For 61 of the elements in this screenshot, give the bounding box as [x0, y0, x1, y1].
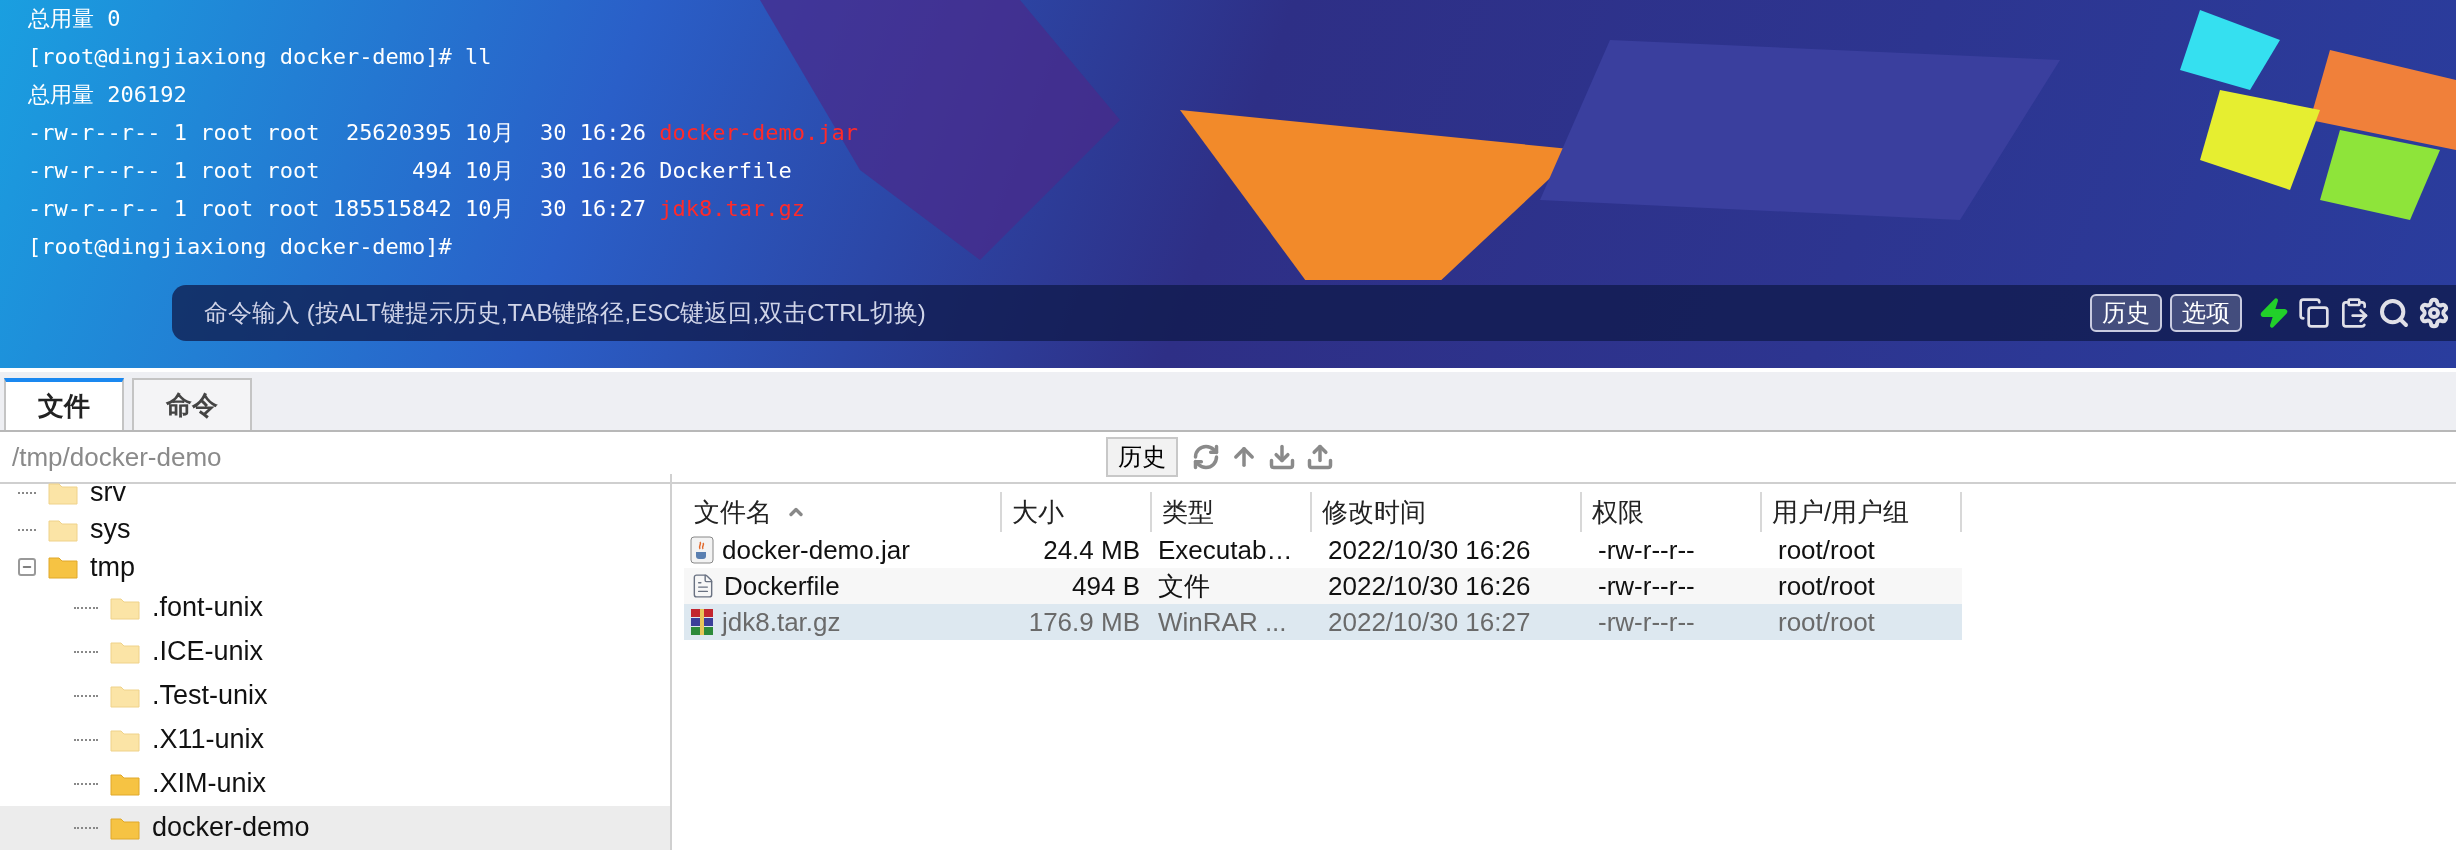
table-cell-text: -rw-r--r--	[1598, 569, 1695, 603]
tree-item[interactable]: .Test-unix	[152, 682, 268, 710]
tree-item[interactable]: srv	[90, 479, 126, 507]
tree-item[interactable]: docker-demo	[152, 814, 310, 842]
table-cell-text: -rw-r--r--	[1598, 605, 1695, 639]
table-cell-text: WinRAR ...	[1158, 605, 1287, 639]
tree-item[interactable]: .ICE-unix	[152, 638, 264, 666]
table-cell-text: root/root	[1778, 533, 1875, 567]
refresh-icon[interactable]	[1192, 443, 1220, 471]
command-input-placeholder[interactable]: 命令输入 (按ALT键提示历史,TAB键路径,ESC键返回,双击CTRL切换)	[204, 295, 926, 331]
search-icon[interactable]	[2378, 297, 2410, 329]
terminal-line: [root@dingjiaxiong docker-demo]#	[28, 233, 452, 261]
copy-icon[interactable]	[2298, 297, 2330, 329]
tree-item[interactable]: .XIM-unix	[152, 770, 267, 798]
terminal-line: -rw-r--r-- 1 root root 25620395 10月 30 16:26	[28, 119, 648, 147]
download-icon[interactable]	[1268, 443, 1296, 471]
table-cell-text: 2022/10/30 16:26	[1328, 533, 1531, 567]
table-cell-text: 494 B	[1072, 569, 1140, 603]
terminal-line: Dockerfile	[659, 157, 792, 185]
tree-item[interactable]: .font-unix	[152, 594, 264, 622]
column-header[interactable]: 权限	[1592, 492, 1644, 532]
command-bar-button[interactable]: 历史	[2090, 294, 2162, 332]
table-cell-text: 文件	[1158, 569, 1210, 603]
tree-item[interactable]: sys	[90, 516, 131, 544]
terminal-line: -rw-r--r-- 1 root root 494 10月 30 16:26	[28, 157, 648, 185]
terminal-filename: docker-demo.jar	[659, 119, 858, 147]
settings-icon[interactable]	[2418, 297, 2450, 329]
collapse-toggle-icon[interactable]	[18, 558, 36, 577]
terminal-line: -rw-r--r-- 1 root root 185515842 10月 30 16:27	[28, 195, 648, 223]
column-header[interactable]: 修改时间	[1322, 492, 1426, 532]
java-cup-icon	[690, 536, 714, 564]
terminal-line: 总用量 0	[28, 5, 121, 33]
column-header[interactable]: 类型	[1162, 492, 1214, 532]
tree-item[interactable]: tmp	[90, 553, 135, 581]
table-cell-text: Executab…	[1158, 533, 1293, 567]
terminal-line: 总用量 206192	[28, 81, 187, 109]
table-cell-text: Dockerfile	[724, 569, 840, 603]
upload-icon[interactable]	[1306, 443, 1334, 471]
terminal-line: [root@dingjiaxiong docker-demo]# ll	[28, 43, 492, 71]
table-cell-text: 2022/10/30 16:27	[1328, 605, 1531, 639]
tab[interactable]: 文件	[4, 378, 124, 430]
file-row[interactable]: jdk8.tar.gz 176.9 MB WinRAR ... 2022/10/30 16:27 -rw-r--r-- root/root	[684, 604, 1962, 640]
tree-item[interactable]: .X11-unix	[152, 726, 265, 754]
tab[interactable]: 命令	[132, 378, 252, 430]
terminal-filename: jdk8.tar.gz	[659, 195, 805, 223]
column-header[interactable]: 用户/用户组	[1772, 492, 1910, 532]
column-header[interactable]: 大小	[1012, 492, 1064, 532]
file-row[interactable]: Dockerfile 494 B 文件 2022/10/30 16:26 -rw-r--r-- root/root	[684, 568, 1962, 604]
table-cell-text: root/root	[1778, 569, 1875, 603]
table-cell-text: 2022/10/30 16:26	[1328, 569, 1531, 603]
command-bar-button[interactable]: 选项	[2170, 294, 2242, 332]
lightning-icon[interactable]	[2258, 297, 2290, 329]
table-cell-text: 24.4 MB	[1043, 533, 1140, 567]
column-header[interactable]: 文件名	[694, 492, 772, 532]
table-cell-text: -rw-r--r--	[1598, 533, 1695, 567]
table-cell-text: jdk8.tar.gz	[722, 605, 841, 639]
table-cell-text: 176.9 MB	[1028, 605, 1140, 639]
archive-books-icon	[690, 608, 714, 636]
history-button[interactable]: 历史	[1106, 437, 1178, 477]
table-cell-text: root/root	[1778, 605, 1875, 639]
table-cell-text: docker-demo.jar	[722, 533, 910, 567]
